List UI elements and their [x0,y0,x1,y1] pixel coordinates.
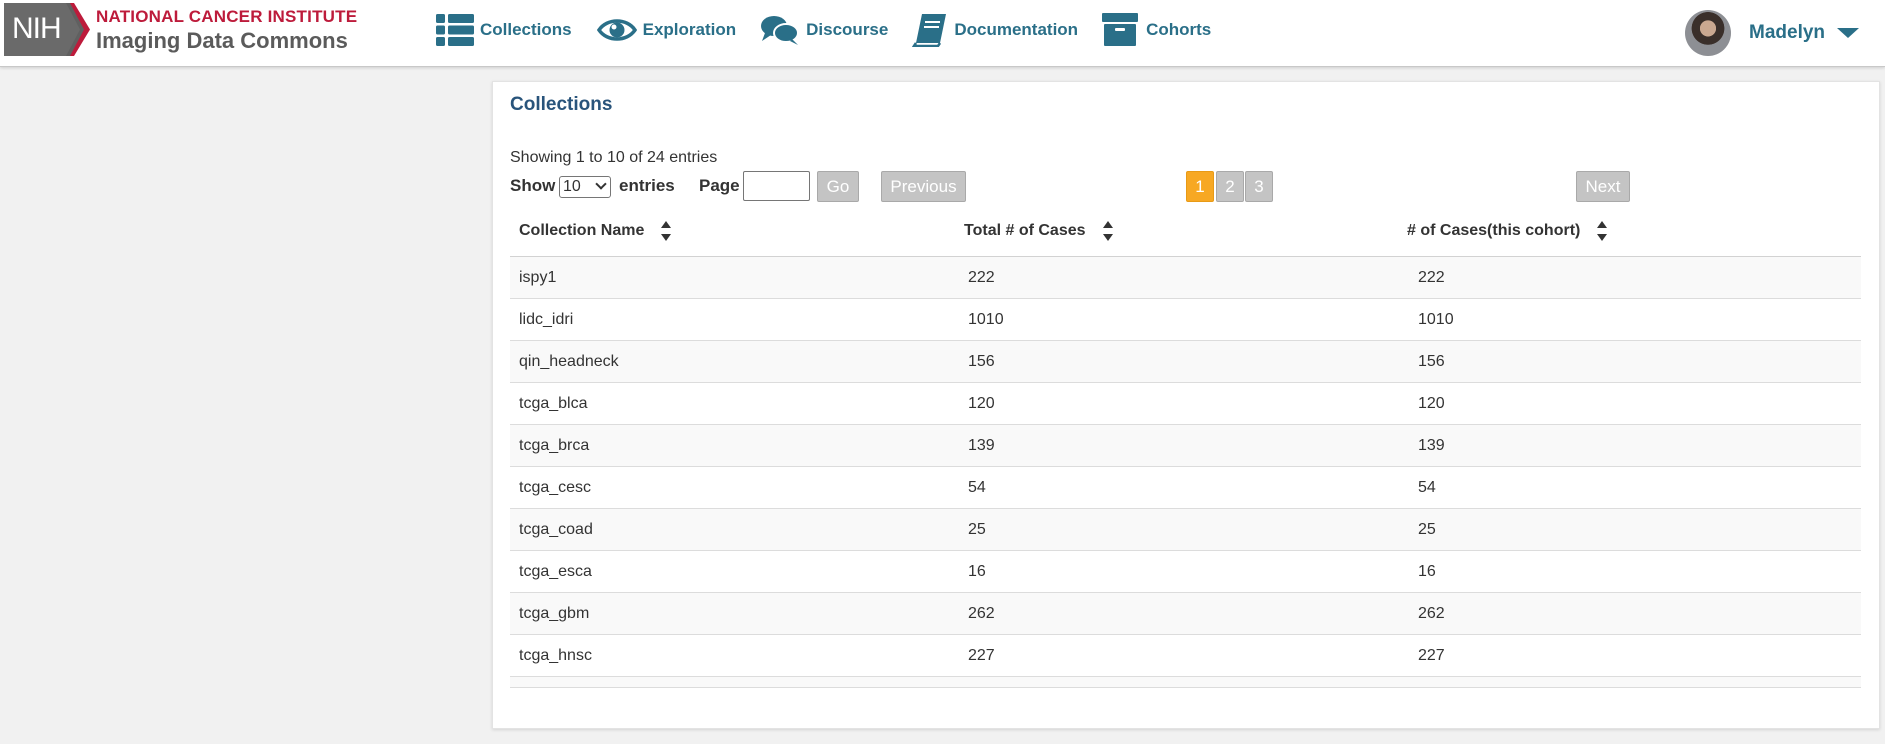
cell-cohort-cases: 222 [1418,268,1445,286]
entries-summary: Showing 1 to 10 of 24 entries [510,149,718,166]
nav-discourse-label: Discourse [806,20,889,39]
cell-collection-name: qin_headneck [519,352,619,370]
table-footer [510,677,1861,688]
table-row[interactable]: tcga_cesc 54 54 [510,467,1861,509]
page-button-3[interactable]: 3 [1245,171,1273,202]
eye-icon [596,14,637,46]
cell-total-cases: 54 [968,478,986,496]
page-button-2[interactable]: 2 [1216,171,1244,202]
column-header-label: # of Cases(this cohort) [1407,221,1581,239]
table-row[interactable]: tcga_brca 139 139 [510,425,1861,467]
user-menu[interactable]: Madelyn [1685,10,1860,56]
table-row[interactable]: tcga_hnsc 227 227 [510,635,1861,677]
cell-collection-name: tcga_brca [519,436,590,454]
cell-collection-name: tcga_cesc [519,478,592,496]
chevron-down-icon[interactable] [1837,28,1860,38]
sort-icon[interactable] [1596,218,1608,244]
sort-icon[interactable] [660,218,672,244]
nav-cohorts-label: Cohorts [1146,20,1212,39]
cell-cohort-cases: 139 [1418,436,1445,454]
archive-box-icon [1102,13,1140,47]
table-row[interactable]: lidc_idri 1010 1010 [510,299,1861,341]
page-label: Page [699,176,740,195]
collections-table: Collection Name Total # of Cases # of Ca… [510,204,1861,688]
list-icon [436,14,474,46]
cell-total-cases: 227 [968,646,995,664]
cell-total-cases: 25 [968,520,986,538]
cell-collection-name: tcga_coad [519,520,593,538]
column-header-label: Collection Name [519,221,645,239]
cell-collection-name: tcga_blca [519,394,588,412]
page-size-value: 10 [563,178,581,195]
previous-button[interactable]: Previous [881,171,966,202]
page-number-input[interactable] [743,171,810,201]
table-header: Collection Name Total # of Cases # of Ca… [510,204,1861,257]
collections-panel: Collections Showing 1 to 10 of 24 entrie… [492,81,1880,729]
nci-idc-logo[interactable]: NIH NATIONAL CANCER INSTITUTE Imaging Da… [4,3,357,56]
nav-cohorts[interactable]: Cohorts [1102,13,1211,47]
chevron-down-icon [595,178,607,190]
cell-cohort-cases: 227 [1418,646,1445,664]
entries-label: entries [619,176,675,195]
table-controls: Show 10 entries Page Go Previous 1 2 3 N… [510,170,1870,202]
table-row[interactable]: ispy1 222 222 [510,257,1861,299]
nav-documentation[interactable]: Documentation [912,13,1078,47]
nih-logo-text: NIH [12,12,62,45]
go-button[interactable]: Go [817,171,859,202]
sort-icon[interactable] [1102,218,1114,244]
cell-collection-name: tcga_hnsc [519,646,592,664]
cell-cohort-cases: 25 [1418,520,1436,538]
avatar[interactable] [1685,10,1731,56]
book-icon [912,13,948,47]
cell-cohort-cases: 16 [1418,562,1436,580]
cell-total-cases: 222 [968,268,995,286]
cell-collection-name: ispy1 [519,268,557,286]
top-header: NIH NATIONAL CANCER INSTITUTE Imaging Da… [0,0,1885,67]
show-label: Show [510,176,556,195]
cell-collection-name: lidc_idri [519,310,574,328]
page-button-1[interactable]: 1 [1186,171,1214,202]
nav-exploration-label: Exploration [642,20,737,39]
cell-total-cases: 262 [968,604,995,622]
table-row[interactable]: tcga_esca 16 16 [510,551,1861,593]
chat-bubbles-icon [760,14,800,46]
nav-exploration[interactable]: Exploration [596,14,737,46]
column-header-label: Total # of Cases [964,221,1086,239]
table-row[interactable]: qin_headneck 156 156 [510,341,1861,383]
cell-cohort-cases: 120 [1418,394,1445,412]
next-button[interactable]: Next [1576,171,1630,202]
cell-total-cases: 120 [968,394,995,412]
cell-cohort-cases: 54 [1418,478,1436,496]
table-row[interactable]: tcga_coad 25 25 [510,509,1861,551]
cell-total-cases: 156 [968,352,995,370]
cell-total-cases: 1010 [968,310,1004,328]
nav-collections[interactable]: Collections [436,14,572,46]
nav-documentation-label: Documentation [954,20,1079,39]
nih-logo-mark: NIH [4,3,90,56]
main-nav: Collections Exploration Discourse Docume… [436,13,1235,47]
cell-cohort-cases: 156 [1418,352,1445,370]
nav-collections-label: Collections [480,20,572,39]
product-name: Imaging Data Commons [96,27,348,53]
panel-title: Collections [510,94,613,115]
cell-total-cases: 16 [968,562,986,580]
table-row[interactable]: tcga_blca 120 120 [510,383,1861,425]
column-header-total-cases[interactable]: Total # of Cases [964,204,1114,257]
table-row[interactable]: tcga_gbm 262 262 [510,593,1861,635]
institute-name: NATIONAL CANCER INSTITUTE [96,6,358,26]
cell-collection-name: tcga_esca [519,562,592,580]
page-size-select[interactable]: 10 [559,176,611,198]
column-header-cohort-cases[interactable]: # of Cases(this cohort) [1407,204,1608,257]
cell-cohort-cases: 262 [1418,604,1445,622]
column-header-collection-name[interactable]: Collection Name [519,204,672,257]
username[interactable]: Madelyn [1749,22,1825,44]
nav-discourse[interactable]: Discourse [760,14,888,46]
table-body: ispy1 222 222 lidc_idri 1010 1010 qin_he… [510,257,1861,677]
cell-collection-name: tcga_gbm [519,604,590,622]
cell-total-cases: 139 [968,436,995,454]
cell-cohort-cases: 1010 [1418,310,1454,328]
